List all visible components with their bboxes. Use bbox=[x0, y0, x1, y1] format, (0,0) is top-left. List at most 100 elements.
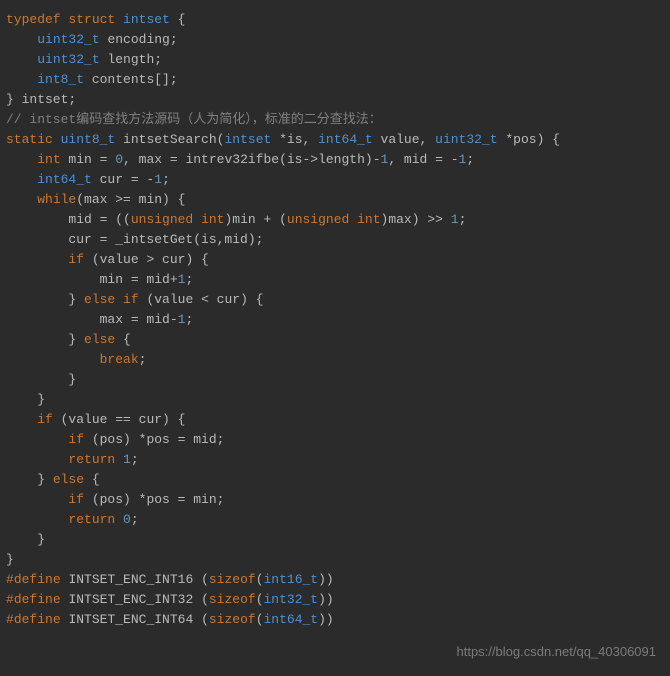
code-token: ( bbox=[256, 612, 264, 627]
code-token: , mid = - bbox=[388, 152, 458, 167]
code-token: )) bbox=[318, 572, 334, 587]
code-token: encoding; bbox=[100, 32, 178, 47]
code-token: { bbox=[170, 12, 186, 27]
code-token: *is, bbox=[271, 132, 318, 147]
code-line: mid = ((unsigned int)min + (unsigned int… bbox=[6, 210, 670, 230]
code-token: static bbox=[6, 132, 53, 147]
code-line: return 1; bbox=[6, 450, 670, 470]
code-token: uint8_t bbox=[61, 132, 116, 147]
code-token: int bbox=[201, 212, 224, 227]
code-token bbox=[349, 212, 357, 227]
code-token: } bbox=[6, 472, 53, 487]
code-token: ( bbox=[193, 612, 209, 627]
code-token bbox=[6, 72, 37, 87]
code-token: ; bbox=[185, 272, 193, 287]
code-token: # bbox=[6, 592, 14, 607]
code-token bbox=[6, 32, 37, 47]
code-token: INTSET_ENC_INT64 bbox=[68, 612, 193, 627]
code-token: mid = (( bbox=[6, 212, 131, 227]
code-line: } else { bbox=[6, 330, 670, 350]
code-token: int64_t bbox=[37, 172, 92, 187]
code-token bbox=[6, 512, 68, 527]
code-token: (pos) *pos = mid; bbox=[84, 432, 224, 447]
code-token: ; bbox=[131, 452, 139, 467]
code-token: if bbox=[37, 412, 53, 427]
code-token bbox=[6, 152, 37, 167]
code-token: define bbox=[14, 612, 61, 627]
code-token bbox=[115, 512, 123, 527]
code-token: break bbox=[100, 352, 139, 367]
code-token: if bbox=[68, 252, 84, 267]
code-line: if (pos) *pos = min; bbox=[6, 490, 670, 510]
code-token: 0 bbox=[115, 152, 123, 167]
code-token: int64_t bbox=[264, 612, 319, 627]
code-token: unsigned bbox=[287, 212, 349, 227]
code-token: int bbox=[37, 152, 60, 167]
code-token bbox=[115, 132, 123, 147]
code-token: intset bbox=[123, 12, 170, 27]
watermark-text: https://blog.csdn.net/qq_40306091 bbox=[457, 642, 657, 662]
code-token: } bbox=[6, 372, 76, 387]
code-token: define bbox=[14, 592, 61, 607]
code-token: ; bbox=[459, 212, 467, 227]
code-token: 1 bbox=[123, 452, 131, 467]
code-line: #define INTSET_ENC_INT64 (sizeof(int64_t… bbox=[6, 610, 670, 630]
code-token: int8_t bbox=[37, 72, 84, 87]
code-token bbox=[6, 352, 100, 367]
code-line: static uint8_t intsetSearch(intset *is, … bbox=[6, 130, 670, 150]
code-line: cur = _intsetGet(is,mid); bbox=[6, 230, 670, 250]
code-token: { bbox=[84, 472, 100, 487]
code-line: uint32_t encoding; bbox=[6, 30, 670, 50]
code-token: (value == cur) { bbox=[53, 412, 186, 427]
code-token: ; bbox=[162, 172, 170, 187]
code-token: )) bbox=[318, 592, 334, 607]
code-token: sizeof bbox=[209, 612, 256, 627]
code-token bbox=[193, 212, 201, 227]
code-token bbox=[53, 132, 61, 147]
code-token: sizeof bbox=[209, 572, 256, 587]
code-token: ; bbox=[139, 352, 147, 367]
code-token: ( bbox=[256, 572, 264, 587]
code-token bbox=[115, 452, 123, 467]
code-token: define bbox=[14, 572, 61, 587]
code-token: *pos) { bbox=[498, 132, 560, 147]
code-token: intsetSearch bbox=[123, 132, 217, 147]
code-token: int64_t bbox=[318, 132, 373, 147]
code-line: } bbox=[6, 370, 670, 390]
code-token: ( bbox=[193, 572, 209, 587]
code-token: INTSET_ENC_INT32 bbox=[68, 592, 193, 607]
code-token: else bbox=[53, 472, 84, 487]
code-token: } bbox=[6, 392, 45, 407]
code-line: uint32_t length; bbox=[6, 50, 670, 70]
code-line: } bbox=[6, 530, 670, 550]
code-token: ; bbox=[131, 512, 139, 527]
code-token: } bbox=[6, 332, 84, 347]
code-token: if bbox=[68, 492, 84, 507]
code-token: } bbox=[6, 532, 45, 547]
code-token: uint32_t bbox=[37, 32, 99, 47]
code-token: min = mid+ bbox=[6, 272, 178, 287]
code-line: while(max >= min) { bbox=[6, 190, 670, 210]
code-token: unsigned bbox=[131, 212, 193, 227]
code-token bbox=[6, 492, 68, 507]
code-token bbox=[6, 432, 68, 447]
code-block: typedef struct intset { uint32_t encodin… bbox=[0, 0, 670, 630]
code-token: else bbox=[84, 332, 115, 347]
code-token: struct bbox=[68, 12, 115, 27]
code-token bbox=[6, 172, 37, 187]
code-token: { bbox=[115, 332, 131, 347]
code-line: min = mid+1; bbox=[6, 270, 670, 290]
code-line: break; bbox=[6, 350, 670, 370]
code-token: intset bbox=[224, 132, 271, 147]
code-token bbox=[6, 252, 68, 267]
code-token: cur = - bbox=[92, 172, 154, 187]
code-line: #define INTSET_ENC_INT16 (sizeof(int16_t… bbox=[6, 570, 670, 590]
code-token: if bbox=[123, 292, 139, 307]
code-token: , max = intrev32ifbe(is->length)- bbox=[123, 152, 380, 167]
code-token bbox=[6, 452, 68, 467]
code-token: } intset; bbox=[6, 92, 76, 107]
code-line: } else { bbox=[6, 470, 670, 490]
code-token: return bbox=[68, 452, 115, 467]
code-token: (value > cur) { bbox=[84, 252, 209, 267]
code-token: INTSET_ENC_INT16 bbox=[68, 572, 193, 587]
